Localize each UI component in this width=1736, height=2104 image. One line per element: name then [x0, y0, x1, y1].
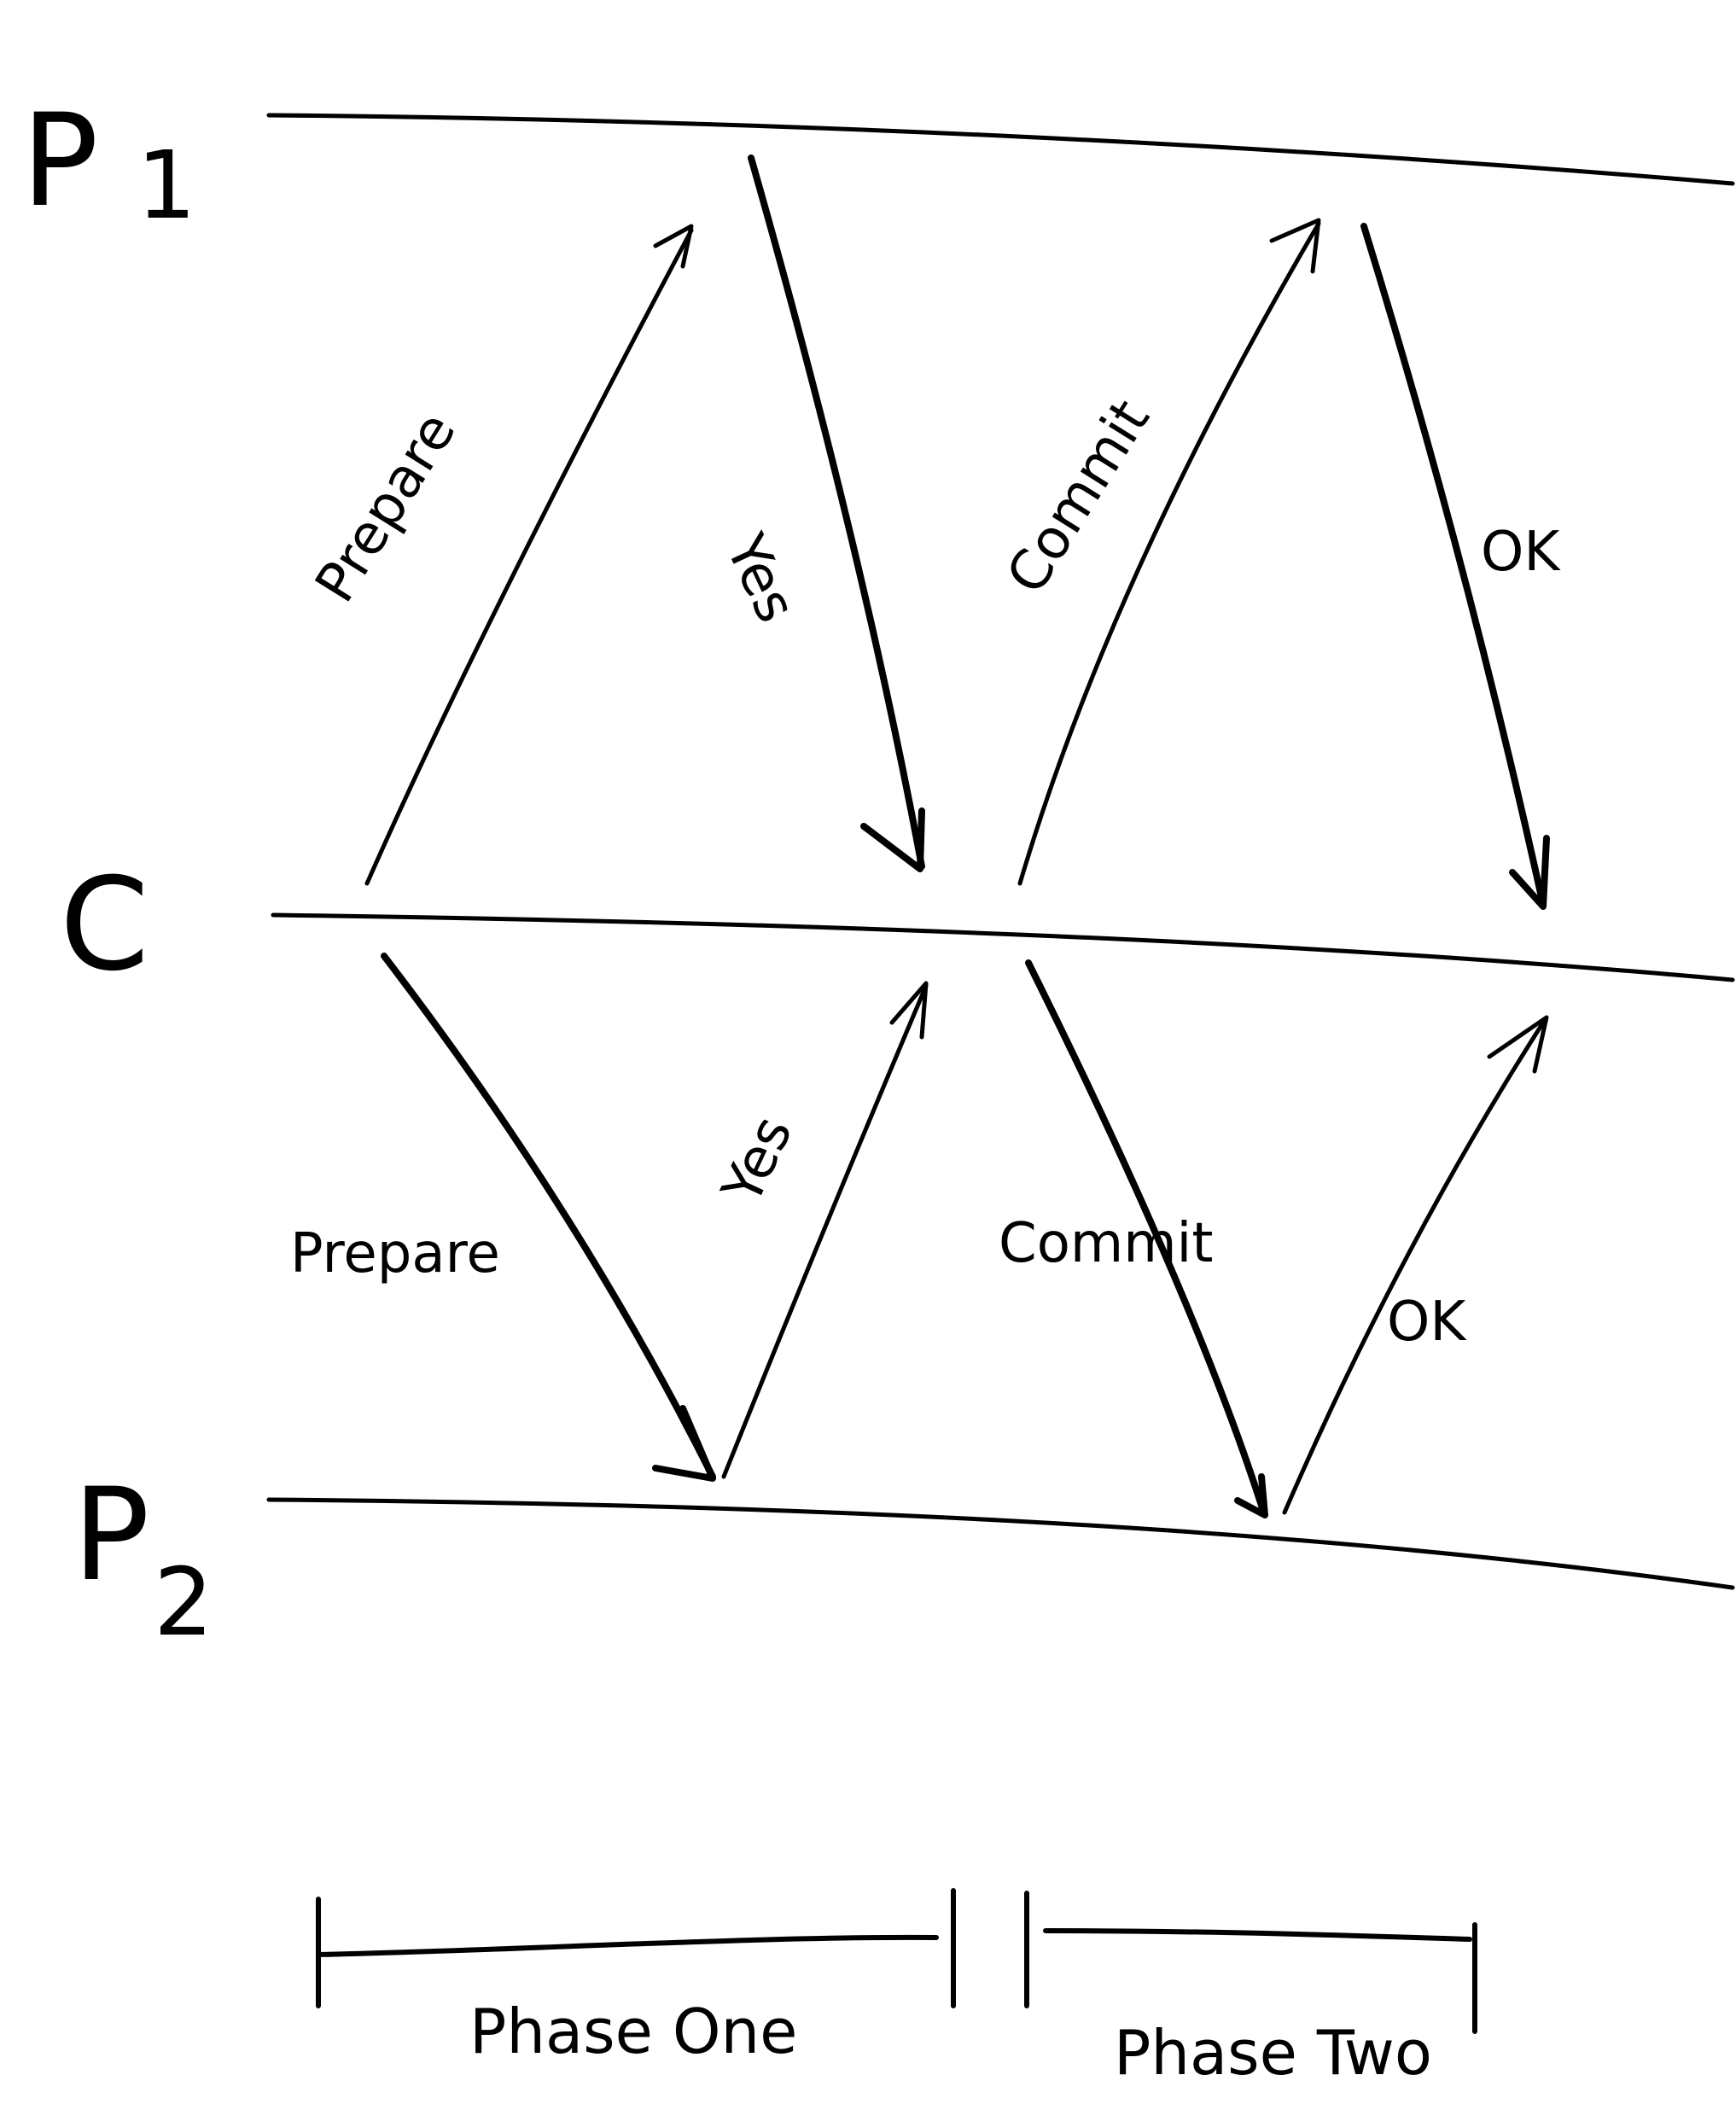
- yes-from-p1-arrow: [748, 154, 925, 870]
- yes-from-p1-label: Yes: [713, 525, 807, 632]
- yes-from-p2-label: Yes: [710, 1107, 805, 1215]
- prepare-to-p2-arrowhead: [652, 1405, 716, 1482]
- ok-from-p1-label: OK: [1481, 521, 1561, 584]
- prepare-to-p2-label: Prepare: [290, 1222, 500, 1285]
- p1-timeline: [266, 113, 1735, 186]
- phase-two-label: Phase Two: [1114, 2017, 1432, 2089]
- prepare-to-p2-arrow: [381, 953, 716, 1480]
- two-phase-commit-diagram: P 1 C P 2 Prepare Yes Commit OK Prepare …: [21, 87, 1735, 2089]
- c-timeline: [271, 912, 1735, 982]
- phase-one-label: Phase One: [469, 1996, 797, 2067]
- prepare-to-p1-arrow: [364, 228, 694, 886]
- prepare-to-p1-label: Prepare: [304, 402, 469, 614]
- phase-one-bracket: [316, 1888, 956, 2008]
- ok-from-p2-label: OK: [1387, 1291, 1467, 1354]
- p2-subscript: 2: [154, 1547, 213, 1657]
- c-label: C: [60, 851, 149, 1000]
- ok-from-p2-arrow: [1282, 1017, 1547, 1515]
- phase-two-bracket: [1024, 1891, 1477, 2034]
- commit-to-p2-label: Commit: [999, 1212, 1213, 1275]
- p2-label: P: [73, 1461, 149, 1610]
- yes-from-p2-arrow: [721, 983, 929, 1479]
- p1-subscript: 1: [137, 131, 196, 240]
- p2-timeline: [266, 1497, 1735, 1590]
- p1-label: P: [21, 87, 98, 236]
